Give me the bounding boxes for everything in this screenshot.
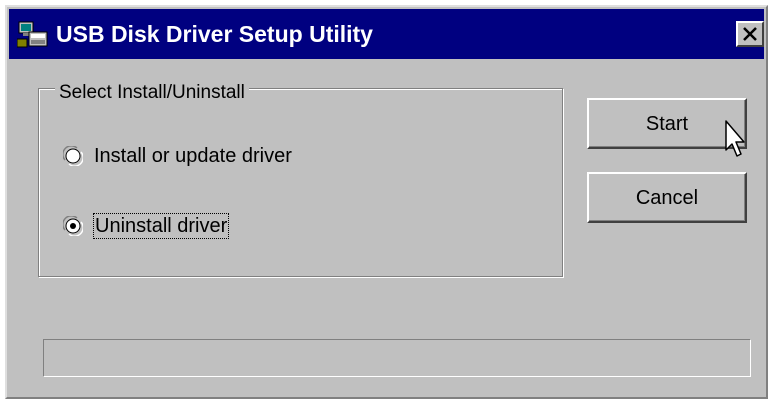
progress-bar <box>43 339 751 377</box>
radio-unchecked-icon[interactable] <box>63 146 83 166</box>
radio-label-uninstall[interactable]: Uninstall driver <box>92 213 230 239</box>
radio-label-install[interactable]: Install or update driver <box>94 144 292 168</box>
close-button[interactable] <box>736 21 764 47</box>
install-mode-group <box>38 88 563 277</box>
close-icon <box>743 27 757 41</box>
radio-uninstall[interactable]: Uninstall driver <box>63 213 230 239</box>
radio-checked-icon[interactable] <box>63 216 83 236</box>
mouse-pointer-icon <box>725 120 745 157</box>
cancel-button[interactable]: Cancel <box>587 172 747 223</box>
radio-install-update[interactable]: Install or update driver <box>63 144 292 168</box>
group-label: Select Install/Uninstall <box>55 82 249 104</box>
title-bar[interactable]: USB Disk Driver Setup Utility <box>9 9 764 59</box>
start-button[interactable]: Start <box>587 98 747 149</box>
dialog-window: USB Disk Driver Setup Utility Select Ins… <box>5 5 768 399</box>
usb-drive-icon <box>16 19 49 49</box>
window-title: USB Disk Driver Setup Utility <box>56 21 373 47</box>
